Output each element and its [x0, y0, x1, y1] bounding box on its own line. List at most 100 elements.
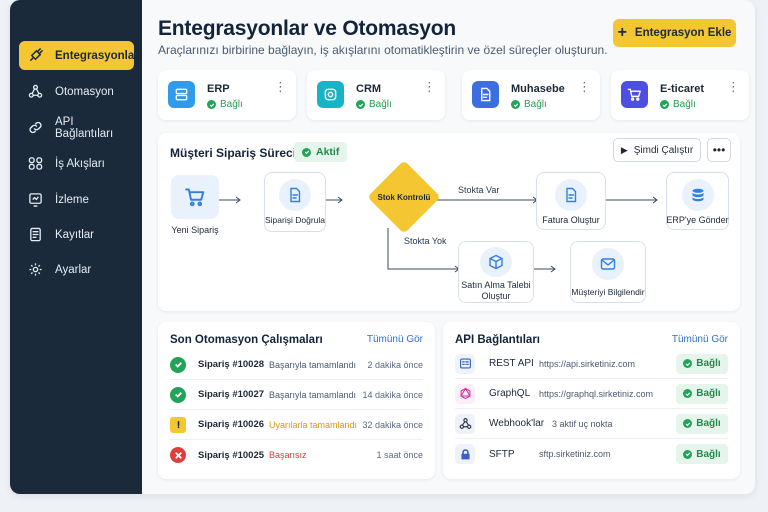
run-id: Sipariş #10025 [198, 449, 265, 461]
node-new-order[interactable]: Yeni Sipariş [171, 175, 219, 236]
sidebar-item-api-connections[interactable]: API Bağlantıları [19, 113, 134, 142]
recent-runs-title: Son Otomasyon Çalışmaları [170, 334, 323, 346]
run-row[interactable]: Sipariş #10027 Başarıyla tamamlandı 14 d… [170, 380, 423, 410]
edge-invoice-to-erp [600, 196, 658, 204]
run-status: Uyarılarla tamamlandı [269, 419, 358, 430]
run-row[interactable]: Sipariş #10025 Başarısız 1 saat önce [170, 440, 423, 470]
plus-icon: + [617, 24, 627, 41]
api-row[interactable]: REST API https://api.sirketiniz.com Bağl… [455, 349, 728, 379]
graphql-icon [455, 383, 475, 404]
invoice-icon [555, 179, 587, 211]
sidebar-item-workflows[interactable]: İş Akışları [19, 149, 134, 178]
nodes-icon [28, 84, 43, 99]
page-subtitle: Araçlarınızı birbirine bağlayın, iş akış… [158, 43, 608, 57]
integration-status-label: Bağlı [369, 99, 392, 110]
api-row[interactable]: SFTP sftp.sirketiniz.com Bağlı [455, 439, 728, 469]
api-connections-title: API Bağlantıları [455, 334, 540, 346]
more-vertical-icon[interactable]: ⋮ [423, 80, 436, 93]
warning-icon [170, 416, 186, 433]
integration-name: E-ticaret [660, 83, 705, 95]
page-title: Entegrasyonlar ve Otomasyon [158, 17, 457, 40]
sidebar-item-label: Otomasyon [55, 85, 114, 98]
success-icon [170, 356, 186, 373]
sidebar: Entegrasyonlar Otomasyon API Bağlantılar… [10, 0, 142, 494]
api-url: 3 aktif uç nokta [552, 418, 613, 429]
server-icon [168, 81, 195, 108]
sidebar-item-label: Ayarlar [55, 263, 92, 276]
sidebar-item-integrations[interactable]: Entegrasyonlar [19, 41, 139, 70]
run-status: Başarısız [269, 450, 307, 460]
integration-status: Bağlı [207, 99, 243, 110]
api-name: SFTP [489, 448, 515, 460]
check-icon [511, 100, 520, 109]
document-icon [279, 179, 311, 211]
run-time: 32 dakika önce [362, 419, 423, 430]
node-label: Siparişi Doğrula [265, 215, 325, 225]
node-label: Fatura Oluştur [542, 215, 600, 225]
sidebar-item-logs[interactable]: Kayıtlar [19, 220, 134, 249]
edge-label-out-of-stock: Stokta Yok [404, 236, 447, 246]
sidebar-item-label: API Bağlantıları [55, 115, 114, 140]
run-row[interactable]: Sipariş #10026 Uyarılarla tamamlandı 32 … [170, 410, 423, 440]
api-name: GraphQL [489, 388, 531, 399]
edge-stock-to-purchase [387, 228, 460, 273]
document-icon [28, 227, 43, 242]
run-time: 14 dakika önce [362, 389, 423, 400]
recent-runs-see-all-link[interactable]: Tümünü Gör [367, 334, 423, 345]
sidebar-item-label: Kayıtlar [55, 228, 94, 241]
integration-card-erp[interactable]: ERP Bağlı ⋮ [158, 70, 296, 120]
api-row[interactable]: GraphQL https://graphql.sirketiniz.com B… [455, 379, 728, 409]
node-create-invoice[interactable]: Fatura Oluştur [536, 172, 606, 230]
database-icon [681, 179, 714, 211]
connected-label: Bağlı [696, 448, 721, 460]
api-url: https://api.sirketiniz.com [539, 358, 636, 369]
integration-name: ERP [207, 83, 230, 95]
integration-status-label: Bağlı [220, 99, 243, 110]
node-purchase-request[interactable]: Satın Alma Talebi Oluştur [458, 241, 534, 303]
node-send-to-erp[interactable]: ERP'ye Gönder [666, 172, 729, 230]
check-icon [356, 100, 365, 109]
run-row[interactable]: Sipariş #10028 Başarıyla tamamlandı 2 da… [170, 350, 423, 380]
integration-name: Muhasebe [511, 83, 565, 95]
api-row[interactable]: Webhook'lar 3 aktif uç nokta Bağlı [455, 409, 728, 439]
node-label: ERP'ye Gönder [666, 215, 729, 225]
rest-icon [455, 353, 475, 374]
api-connections-see-all-link[interactable]: Tümünü Gör [672, 334, 728, 345]
more-vertical-icon[interactable]: ⋮ [727, 80, 740, 93]
sftp-icon [455, 444, 475, 464]
node-notify-customer[interactable]: Müşteriyi Bilgilendir [570, 241, 646, 303]
app-window: Entegrasyonlar Otomasyon API Bağlantılar… [10, 0, 755, 494]
plug-icon [28, 48, 43, 63]
cart-icon [621, 81, 648, 108]
sidebar-item-monitoring[interactable]: İzleme [19, 185, 134, 214]
integration-card-accounting[interactable]: Muhasebe Bağlı ⋮ [462, 70, 600, 120]
sidebar-item-label: İzleme [55, 193, 89, 206]
node-validate-order[interactable]: Siparişi Doğrula [264, 172, 326, 232]
more-vertical-icon[interactable]: ⋮ [274, 80, 287, 93]
sidebar-item-automation[interactable]: Otomasyon [19, 77, 134, 106]
check-icon [207, 100, 216, 109]
flow-icon [28, 156, 43, 171]
integration-status: Bağlı [356, 99, 392, 110]
error-icon [170, 447, 186, 463]
sidebar-item-settings[interactable]: Ayarlar [19, 255, 134, 284]
run-time: 2 dakika önce [367, 359, 423, 370]
decision-label: Stok Kontrolü [377, 193, 431, 202]
check-icon [683, 449, 693, 459]
crm-icon [317, 81, 344, 108]
node-label: Müşteriyi Bilgilendir [571, 287, 645, 297]
connected-label: Bağlı [696, 358, 721, 369]
check-icon [660, 100, 669, 109]
edge-label-in-stock: Stokta Var [458, 185, 500, 195]
mail-icon [592, 248, 624, 280]
check-icon [683, 359, 693, 368]
connected-badge: Bağlı [676, 353, 728, 374]
add-integration-button[interactable]: + Entegrasyon Ekle [613, 19, 736, 47]
connected-badge: Bağlı [676, 383, 728, 404]
node-label: Satın Alma Talebi Oluştur [461, 280, 531, 302]
more-vertical-icon[interactable]: ⋮ [578, 80, 591, 93]
integration-card-ecommerce[interactable]: E-ticaret Bağlı ⋮ [611, 70, 749, 120]
integration-status: Bağlı [511, 99, 547, 110]
connected-badge: Bağlı [676, 413, 728, 434]
integration-card-crm[interactable]: CRM Bağlı ⋮ [307, 70, 445, 120]
